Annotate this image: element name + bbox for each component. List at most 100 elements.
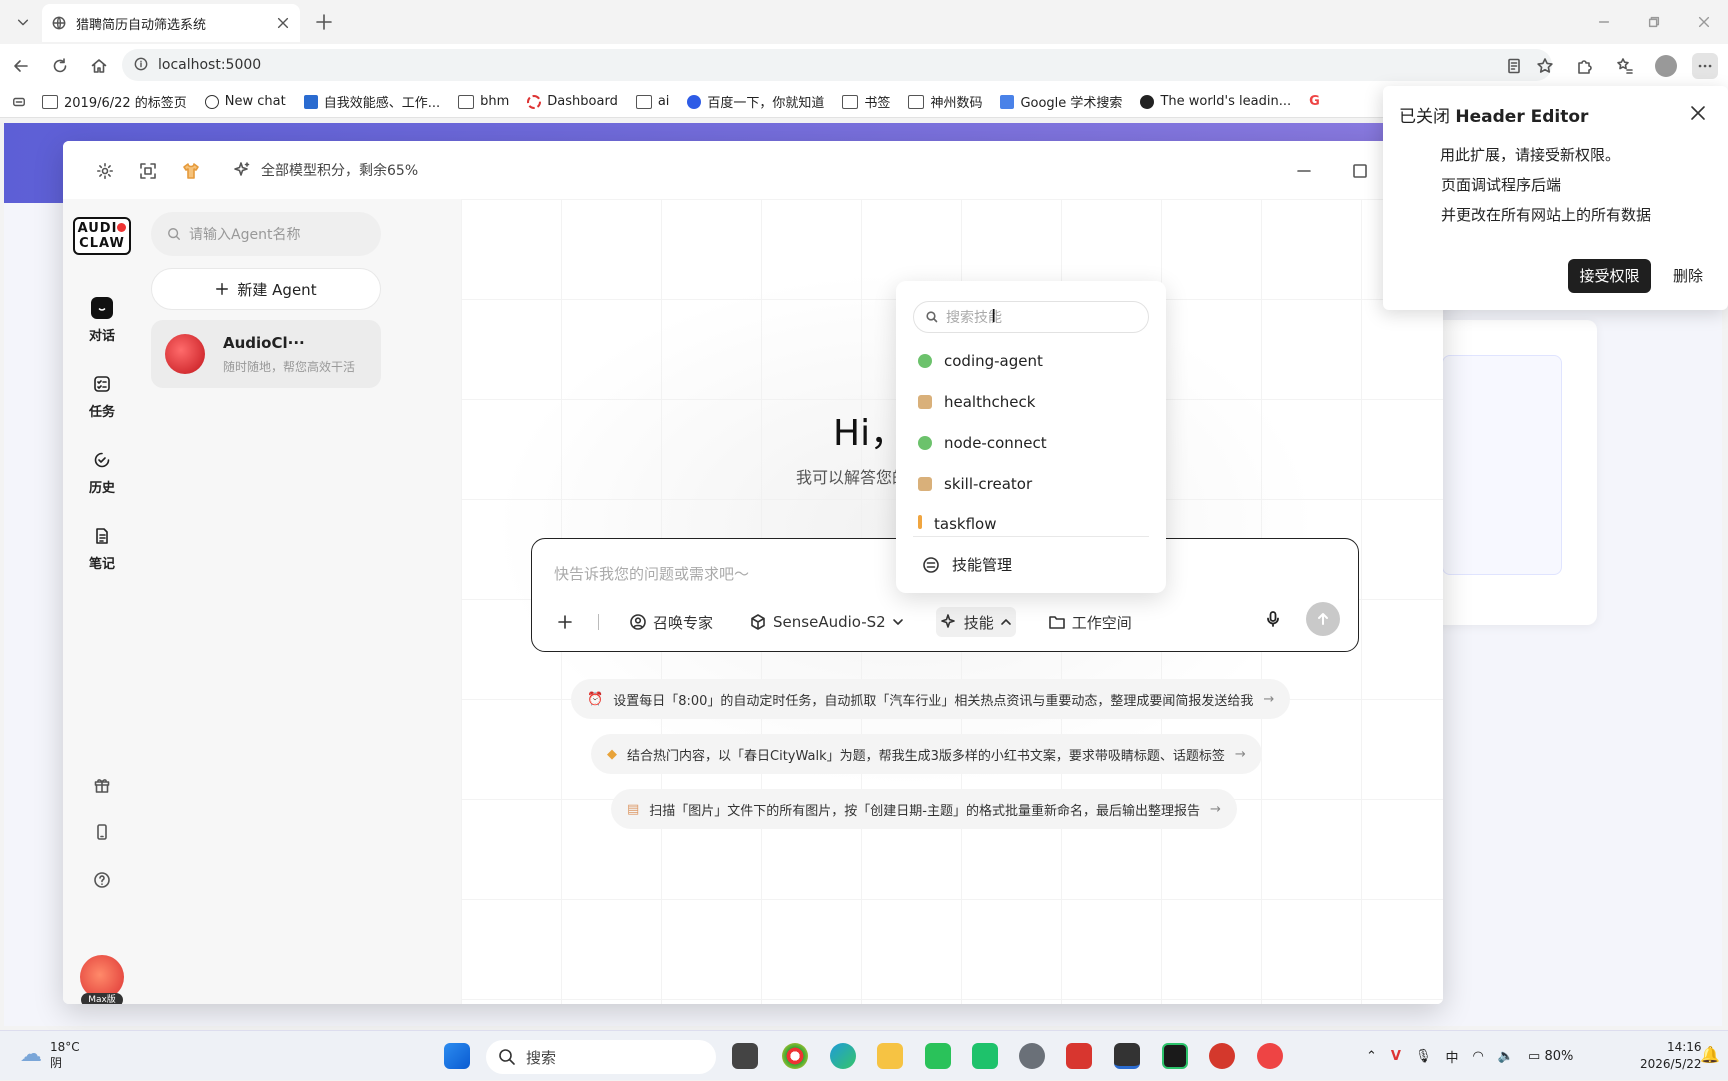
close-window-button[interactable]: [1684, 10, 1724, 34]
minimize-window-button[interactable]: [1584, 10, 1624, 34]
bookmark-folder[interactable]: ai: [635, 94, 669, 109]
skill-item-taskflow[interactable]: taskflow: [918, 515, 996, 531]
extensions-button[interactable]: [1572, 53, 1598, 79]
popup-close-button[interactable]: [1687, 102, 1709, 124]
messaging-app-icon[interactable]: [972, 1043, 998, 1069]
settings-app-icon[interactable]: [1019, 1043, 1045, 1069]
back-arrow-icon: [14, 60, 28, 72]
close-tab-icon[interactable]: [276, 16, 290, 30]
nav-item-tasks[interactable]: 任务: [63, 373, 141, 420]
bookmark-link[interactable]: Google 学术搜索: [1000, 92, 1122, 111]
favorite-button[interactable]: [1532, 53, 1558, 79]
send-button[interactable]: [1306, 602, 1340, 636]
wechat-icon[interactable]: [925, 1043, 951, 1069]
skill-management-button[interactable]: 技能管理: [922, 554, 1012, 575]
google-app-icon[interactable]: [1257, 1043, 1283, 1069]
favorites-bar-button[interactable]: [1612, 53, 1638, 79]
agent-card[interactable]: AudioCl··· 随时随地，帮您高效干活: [151, 320, 381, 388]
task-view-icon[interactable]: [732, 1043, 758, 1069]
bookmark-folder[interactable]: 书签: [842, 92, 890, 111]
skill-item-skill-creator[interactable]: skill-creator: [918, 475, 1032, 493]
antivirus-icon[interactable]: V: [1391, 1049, 1401, 1064]
wps-icon[interactable]: [1066, 1043, 1092, 1069]
new-agent-button[interactable]: 新建 Agent: [151, 268, 381, 310]
chevron-down-icon: [892, 619, 903, 625]
attach-button[interactable]: [552, 607, 578, 637]
workspace-button[interactable]: 工作空间: [1044, 607, 1136, 637]
accept-permissions-button[interactable]: 接受权限: [1568, 259, 1651, 293]
nav-item-history[interactable]: 历史: [63, 449, 141, 496]
wifi-icon[interactable]: ◠: [1473, 1049, 1484, 1064]
tag-icon: ◆: [607, 746, 617, 762]
taskbar-search[interactable]: 搜索: [486, 1040, 716, 1074]
audioclaw-taskbar-icon[interactable]: [1114, 1043, 1140, 1069]
agent-search-input[interactable]: 请输入Agent名称: [151, 212, 381, 256]
new-tab-button[interactable]: [312, 10, 336, 34]
folder-icon: [908, 94, 925, 109]
chevron-up-icon[interactable]: ⌃: [1366, 1049, 1377, 1064]
address-bar[interactable]: localhost:5000: [122, 49, 1552, 81]
browser-menu-button[interactable]: [1692, 53, 1718, 79]
image-file-icon: ▤: [627, 801, 640, 817]
reload-button[interactable]: [47, 53, 73, 79]
bookmark-folder[interactable]: 神州数码: [908, 92, 982, 111]
browser-tab[interactable]: 猎聘简历自动筛选系统: [42, 4, 300, 42]
back-button[interactable]: [8, 53, 34, 79]
reader-mode-button[interactable]: [1501, 53, 1527, 79]
bookmark-folder[interactable]: bhm: [458, 94, 509, 109]
home-button[interactable]: [86, 53, 112, 79]
tab-list-button[interactable]: [10, 9, 36, 35]
app-title-bar: 全部模型积分，剩余65%: [63, 141, 1443, 199]
credits-indicator[interactable]: 全部模型积分，剩余65%: [233, 160, 418, 180]
restore-window-button[interactable]: [1634, 10, 1674, 34]
suggestion-chip[interactable]: ⏰ 设置每日「8:00」的自动定时任务，自动抓取「汽车行业」相关热点资讯与重要动…: [571, 679, 1291, 719]
system-clock[interactable]: 14:16 2026/5/22: [1640, 1039, 1702, 1073]
profile-button[interactable]: [1653, 53, 1679, 79]
help-button[interactable]: [91, 869, 113, 891]
gift-button[interactable]: [91, 774, 113, 796]
app-maximize-button[interactable]: [1347, 158, 1373, 184]
weather-widget[interactable]: ☁ 18°C 阴: [20, 1039, 80, 1071]
pdf-app-icon[interactable]: [1209, 1043, 1235, 1069]
mobile-button[interactable]: [91, 821, 113, 843]
chrome-icon[interactable]: [782, 1043, 808, 1069]
volume-icon[interactable]: 🔈: [1498, 1049, 1514, 1064]
suggestion-chip[interactable]: ▤ 扫描「图片」文件下的所有图片，按「创建日期-主题」的格式批量重新命名，最后输…: [611, 789, 1237, 829]
file-explorer-icon[interactable]: [877, 1043, 903, 1069]
summon-expert-button[interactable]: 召唤专家: [625, 607, 717, 637]
microphone-tray-icon[interactable]: 🎙: [1415, 1049, 1432, 1064]
skin-button[interactable]: [180, 160, 202, 182]
skills-button[interactable]: 技能: [935, 607, 1016, 637]
suggestion-chip[interactable]: ◆ 结合热门内容，以「春日CityWalk」为题，帮我生成3版多样的小红书文案，…: [591, 734, 1262, 774]
nav-item-notes[interactable]: 笔记: [63, 525, 141, 572]
sidebar-toggle-icon[interactable]: [12, 95, 26, 109]
home-icon: [91, 59, 107, 73]
battery-indicator[interactable]: ▭ 80%: [1528, 1049, 1573, 1064]
bookmark-link[interactable]: Dashboard: [527, 94, 618, 109]
skill-item-node-connect[interactable]: node-connect: [918, 434, 1047, 452]
bookmark-link[interactable]: G: [1309, 94, 1320, 109]
bookmark-folder[interactable]: 2019/6/22 的标签页: [42, 92, 187, 111]
skill-search-input[interactable]: 搜索技能: [913, 301, 1149, 333]
model-selector[interactable]: SenseAudio-S2: [745, 607, 908, 637]
site-info-icon[interactable]: [134, 57, 148, 71]
edge-icon[interactable]: [830, 1043, 856, 1069]
terminal-icon[interactable]: [1162, 1043, 1188, 1069]
skill-item-healthcheck[interactable]: healthcheck: [918, 393, 1035, 411]
composer-toolbar: 召唤专家 SenseAudio-S2 技能 工作空间: [552, 607, 1164, 637]
start-button[interactable]: [444, 1043, 470, 1069]
scan-button[interactable]: [137, 160, 159, 182]
arrow-right-icon: →: [1234, 746, 1246, 762]
remove-extension-button[interactable]: 删除: [1663, 259, 1713, 293]
voice-input-button[interactable]: [1260, 606, 1286, 632]
ime-indicator[interactable]: 中: [1445, 1047, 1458, 1066]
notification-bell-icon[interactable]: 🔔: [1700, 1045, 1720, 1064]
app-minimize-button[interactable]: [1291, 158, 1317, 184]
nav-item-chat[interactable]: 对话: [63, 297, 141, 344]
bookmark-link[interactable]: New chat: [204, 94, 286, 109]
settings-button[interactable]: [94, 160, 116, 182]
bookmark-link[interactable]: 自我效能感、工作...: [303, 92, 440, 111]
skill-item-coding-agent[interactable]: coding-agent: [918, 352, 1043, 370]
bookmark-link[interactable]: The world's leadin...: [1140, 94, 1291, 109]
bookmark-link[interactable]: 百度一下，你就知道: [687, 92, 824, 111]
